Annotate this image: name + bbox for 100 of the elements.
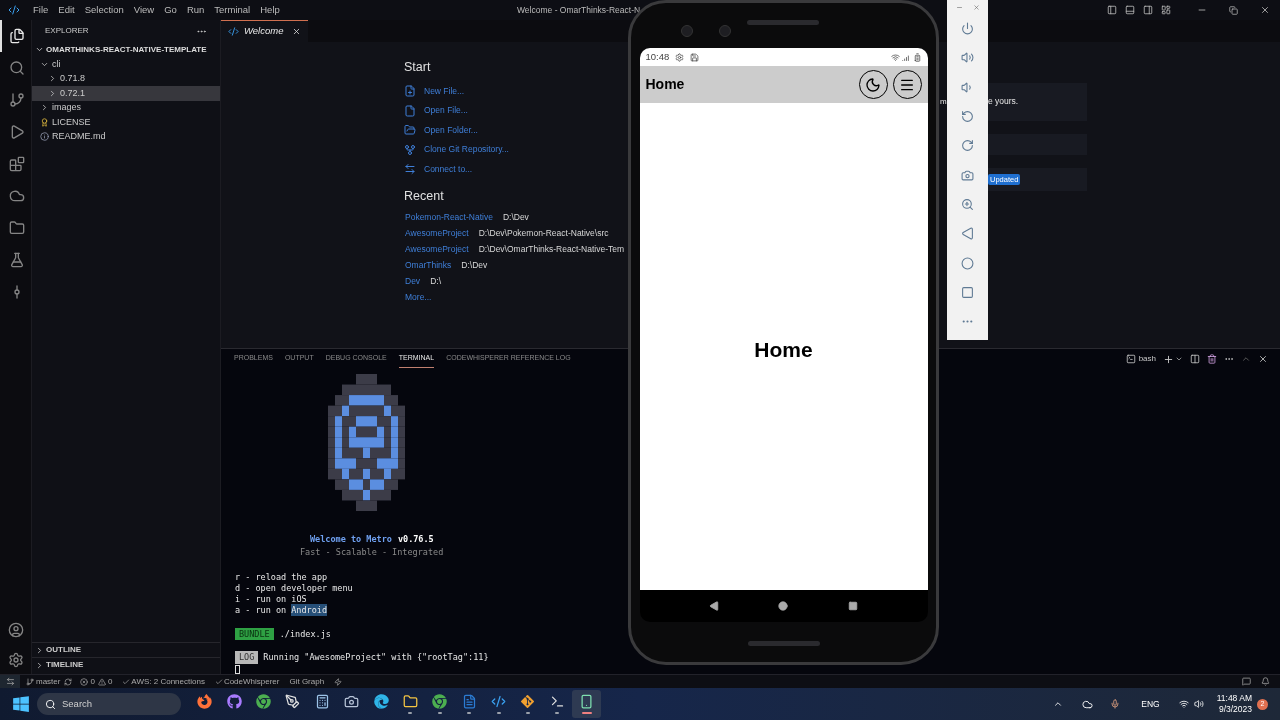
rotate-left-icon[interactable] — [961, 110, 974, 124]
start-link[interactable]: New File... — [424, 84, 465, 98]
chevron-icon[interactable] — [1175, 355, 1183, 363]
code-icon — [491, 694, 507, 709]
volume-down-icon[interactable] — [961, 80, 974, 94]
menu-item[interactable]: Run — [181, 2, 210, 18]
sidebar-toggle-icon[interactable] — [1107, 5, 1117, 15]
menu-item[interactable]: Help — [255, 2, 285, 18]
menu-item[interactable]: View — [128, 2, 160, 18]
back-icon[interactable] — [709, 601, 720, 611]
language-indicator[interactable]: ENG — [1141, 697, 1160, 711]
remote-indicator[interactable] — [0, 675, 20, 688]
clock-time[interactable]: 11:48 AM — [1216, 693, 1252, 704]
panel-toggle-icon[interactable] — [1125, 5, 1135, 15]
check-icon — [122, 677, 131, 686]
chevron-icon[interactable] — [1053, 699, 1064, 709]
wifi-icon[interactable] — [1178, 699, 1189, 709]
start-link[interactable]: Clone Git Repository... — [424, 143, 509, 157]
split-icon[interactable] — [1190, 354, 1200, 364]
close-icon[interactable] — [1258, 354, 1268, 364]
camera-icon[interactable] — [961, 168, 974, 182]
recent-link[interactable]: Dev — [405, 275, 421, 289]
home-icon[interactable] — [778, 601, 789, 611]
status-item[interactable]: Git Graph — [289, 675, 325, 688]
cloud-icon[interactable] — [1082, 698, 1094, 710]
recent-link[interactable]: OmarThinks — [405, 259, 452, 273]
walkthrough-card[interactable]: e yours. — [988, 82, 1087, 121]
secondary-sidebar-icon[interactable] — [1143, 5, 1153, 15]
settings-icon[interactable] — [7, 652, 24, 668]
status-item[interactable]: AWS: 2 Connections — [131, 675, 205, 688]
terminal-line: i - run on iOS — [235, 593, 307, 606]
menu-item[interactable]: Go — [159, 2, 182, 18]
camera-icon — [719, 25, 731, 37]
rotate-right-icon[interactable] — [961, 139, 974, 153]
more-link[interactable]: More... — [405, 291, 432, 305]
app-logo-icon — [8, 4, 20, 16]
taskbar-app[interactable] — [572, 690, 602, 718]
start-link[interactable]: Open File... — [424, 104, 468, 118]
sync-icon[interactable] — [64, 677, 73, 686]
volume-up-icon[interactable] — [961, 51, 974, 65]
restore-icon[interactable] — [1229, 5, 1238, 15]
menu-item[interactable]: Edit — [53, 2, 80, 18]
branch-icon — [404, 143, 416, 156]
folder-icon — [402, 694, 418, 709]
power-icon[interactable] — [961, 22, 974, 36]
recent-path: D:\ — [430, 275, 441, 289]
close-icon[interactable] — [1260, 5, 1270, 15]
tree-item[interactable]: 0.72.1 — [32, 86, 220, 101]
tree-item[interactable]: 0.71.8 — [32, 71, 220, 86]
branch-icon — [26, 677, 34, 686]
project-header[interactable]: OMARTHINKS-REACT-NATIVE-TEMPLATE — [32, 42, 220, 57]
clock-date[interactable]: 9/3/2023 — [1218, 704, 1252, 715]
status-time: 10:48 — [645, 49, 670, 64]
shell-name[interactable]: bash — [1138, 353, 1156, 365]
add-icon[interactable] — [1163, 353, 1174, 365]
status-item[interactable]: CodeWhisperer — [223, 675, 280, 688]
tree-item[interactable]: cli — [32, 57, 220, 72]
home-icon[interactable] — [961, 256, 974, 270]
error-count[interactable]: 0 — [90, 675, 95, 688]
menu-item[interactable]: Selection — [79, 2, 129, 18]
recent-link[interactable]: AwesomeProject — [405, 243, 469, 257]
recents-icon[interactable] — [961, 285, 974, 299]
banner-tagline: Fast - Scalable - Integrated — [300, 545, 445, 559]
recent-path: D:\Dev\OmarThinks-React-Native-Tem — [478, 243, 625, 257]
start-link[interactable]: Open Folder... — [424, 123, 478, 137]
code-icon — [228, 25, 239, 37]
recent-link[interactable]: Pokemon-React-Native — [405, 211, 493, 225]
search-field[interactable]: Search — [37, 693, 181, 715]
lightning-icon[interactable] — [334, 677, 343, 686]
start-icon[interactable] — [12, 695, 30, 713]
mic-icon[interactable] — [1110, 699, 1121, 709]
recents-icon[interactable] — [847, 601, 858, 611]
remote-icon — [5, 677, 15, 686]
close-icon[interactable] — [292, 26, 302, 36]
menu-item[interactable]: File — [28, 2, 54, 18]
layout-icon[interactable] — [1161, 5, 1171, 15]
file-icon — [404, 104, 416, 117]
camera-icon — [344, 694, 360, 709]
terminal-line: r - reload the app — [235, 570, 328, 584]
account-icon[interactable] — [7, 622, 24, 638]
warning-count[interactable]: 0 — [107, 675, 113, 688]
phone-icon — [579, 694, 595, 709]
tree-item[interactable]: LICENSE — [32, 115, 220, 130]
notification-icon[interactable] — [1261, 677, 1270, 686]
start-link[interactable]: Connect to... — [424, 162, 473, 176]
volume-icon[interactable] — [1193, 699, 1204, 709]
zoom-icon[interactable] — [961, 197, 974, 211]
trash-icon[interactable] — [1207, 354, 1217, 364]
tree-item[interactable]: README.md — [32, 129, 220, 144]
menu-item[interactable]: Terminal — [209, 2, 256, 18]
app-title: Home — [645, 75, 685, 94]
section-header[interactable]: OUTLINE — [32, 642, 220, 657]
recent-link[interactable]: AwesomeProject — [405, 227, 469, 241]
files-icon — [8, 28, 25, 44]
editor-tab[interactable]: Welcome — [221, 20, 309, 42]
warning-icon — [97, 677, 106, 686]
tree-item[interactable]: images — [32, 100, 220, 115]
branch-name[interactable]: master — [36, 675, 61, 688]
section-header[interactable]: TIMELINE — [32, 657, 220, 672]
feedback-icon[interactable] — [1242, 677, 1251, 686]
